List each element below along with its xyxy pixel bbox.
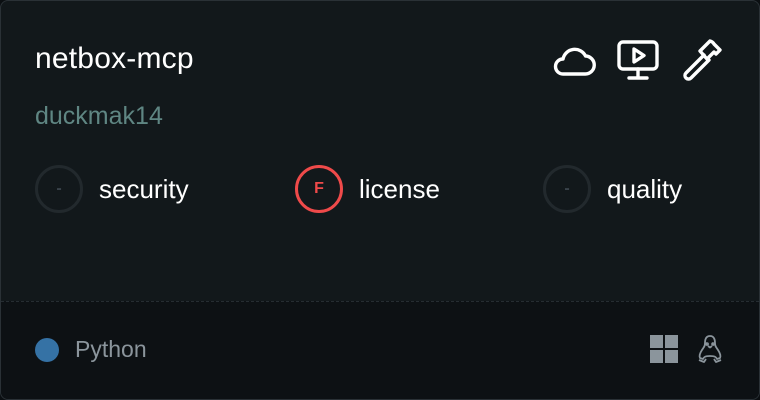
- license-label: license: [359, 174, 440, 204]
- hammer-icon: [679, 39, 725, 81]
- quality-grade-badge: -: [543, 165, 591, 213]
- server-name[interactable]: netbox-mcp: [35, 39, 194, 79]
- security-label: security: [99, 174, 189, 204]
- card-footer: Python: [1, 301, 759, 399]
- score-row: - security F license - quality: [35, 165, 735, 213]
- cloud-icon: [551, 39, 597, 81]
- license-grade-badge: F: [295, 165, 343, 213]
- platform-icons: [649, 334, 725, 364]
- server-card[interactable]: netbox-mcp duckmak14 - security F licens…: [0, 0, 760, 400]
- license-score[interactable]: F license: [295, 165, 440, 213]
- language-color-dot: [35, 337, 59, 362]
- windows-icon: [649, 334, 679, 364]
- security-grade-badge: -: [35, 165, 83, 213]
- quality-score[interactable]: - quality: [543, 165, 682, 213]
- language-label: Python: [75, 336, 147, 362]
- monitor-play-icon: [615, 39, 661, 81]
- security-score[interactable]: - security: [35, 165, 189, 213]
- server-author[interactable]: duckmak14: [35, 99, 163, 133]
- linux-icon: [695, 334, 725, 364]
- quality-label: quality: [607, 174, 683, 204]
- feature-icons: [551, 39, 725, 81]
- language-indicator: Python: [35, 336, 147, 363]
